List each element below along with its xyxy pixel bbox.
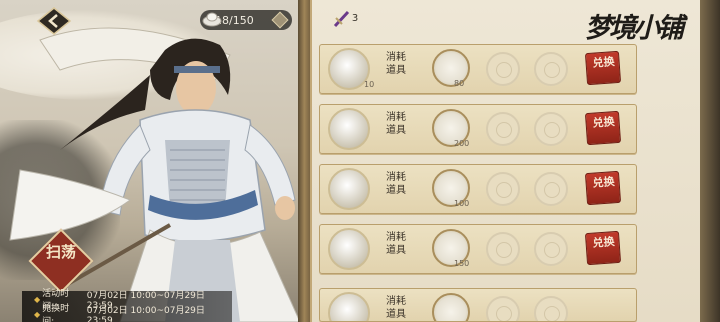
exchange-time-label: 兑换时间: [42, 304, 70, 322]
item-cost: 100 [454, 199, 470, 208]
sword-token-icon [432, 49, 470, 87]
item-kind: 消耗道具 [386, 172, 406, 196]
add-currency-button[interactable] [271, 11, 289, 29]
scroll-rail-right [700, 0, 720, 322]
token-count: 3 [351, 13, 359, 24]
back-arrow-icon [36, 7, 72, 35]
item-cost: 150 [454, 259, 470, 268]
shop-title: 梦境小铺 [585, 13, 684, 44]
item-kind: 消耗道具 [386, 296, 406, 320]
redeem-button[interactable]: 兑换 [584, 50, 622, 86]
shop-item-row: 10 消耗道具 80 兑换 [319, 44, 637, 94]
item-quantity: 10 [364, 80, 375, 89]
item-kind: 消耗道具 [386, 52, 406, 76]
shop-item-row: 消耗道具 200 兑换 [319, 104, 637, 154]
armor-icon[interactable] [328, 168, 370, 210]
event-time-info: ◆ 活动时间: 07月02日 10:00~07月29日 23:59 ◆ 兑换时间… [22, 289, 232, 322]
sweep-label: 扫荡 [45, 243, 76, 261]
medallion-icon[interactable] [328, 292, 370, 321]
redeem-label: 兑换 [592, 115, 616, 130]
empty-slot-icon [486, 172, 520, 206]
empty-slot-icon [534, 172, 568, 206]
empty-slot-icon [486, 296, 520, 321]
empty-slot-icon [534, 112, 568, 146]
empty-slot-icon [534, 52, 568, 86]
redeem-label: 兑换 [592, 175, 616, 190]
redeem-label: 兑换 [592, 235, 616, 250]
item-cost: 200 [454, 139, 470, 148]
redeem-button[interactable]: 兑换 [584, 230, 622, 266]
exchange-time-value: 07月02日 10:00~07月29日 23:59 [86, 305, 205, 322]
redeem-button[interactable]: 兑换 [584, 170, 622, 206]
empty-slot-icon [534, 296, 568, 321]
sword-token-icon [432, 293, 470, 321]
item-kind: 消耗道具 [386, 232, 406, 256]
item-kind: 消耗道具 [386, 112, 406, 136]
back-button[interactable] [36, 6, 72, 36]
character-art: 118/150 扫荡 ◆ 活动时间: 07月02日 10:00~07月29日 2… [0, 0, 305, 322]
empty-slot-icon [486, 232, 520, 266]
redeem-label: 兑换 [592, 55, 616, 70]
shop-item-row: 消耗道具 100 兑换 [319, 164, 637, 214]
shop-item-row: 消耗道具 150 兑换 [319, 224, 637, 274]
silver-ingot-icon [202, 12, 222, 27]
empty-slot-icon [486, 112, 520, 146]
empty-slot-icon [486, 52, 520, 86]
redeem-button[interactable]: 兑换 [584, 110, 622, 146]
helmet-icon[interactable] [328, 108, 370, 150]
shop-item-row: 消耗道具 [319, 288, 637, 322]
currency-display: 118/150 [200, 10, 292, 30]
bullet-icon: ◆ [34, 294, 41, 304]
empty-slot-icon [534, 232, 568, 266]
bullet-icon: ◆ [34, 309, 41, 319]
item-cost: 80 [454, 79, 465, 88]
armor-icon[interactable] [328, 228, 370, 270]
